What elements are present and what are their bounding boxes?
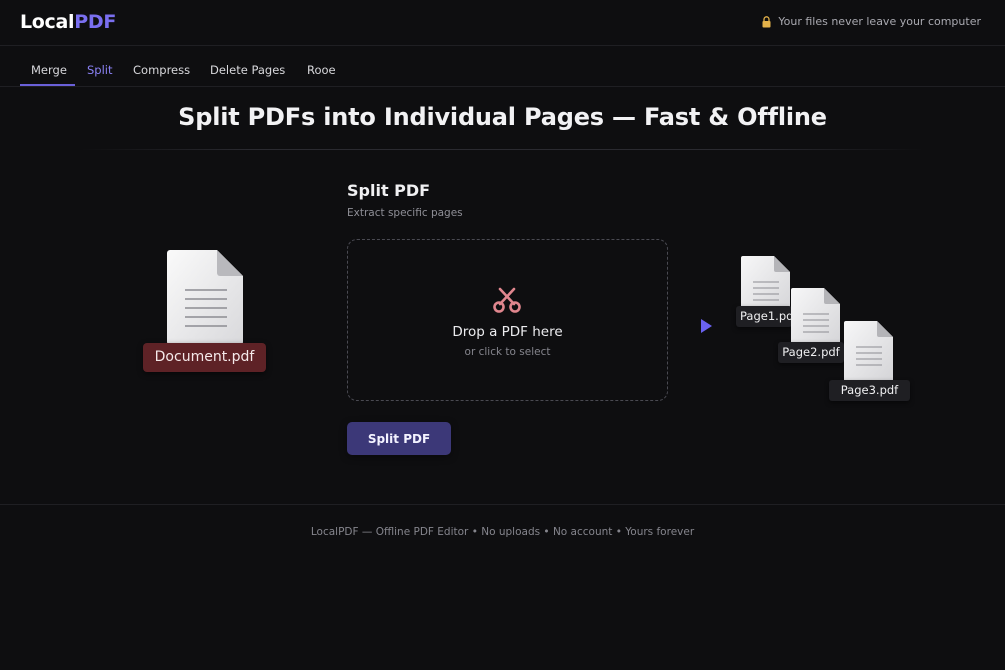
logo-accent-text: PDF: [74, 11, 117, 33]
footer-text: LocalPDF — Offline PDF Editor • No uploa…: [310, 526, 695, 538]
page-title: Split PDFs into Individual Pages — Fast …: [178, 103, 827, 131]
tab-split[interactable]: Split: [87, 63, 113, 77]
scissors-icon: [492, 284, 522, 314]
tab-rooe[interactable]: Rooe: [307, 63, 336, 77]
lock-icon: [761, 15, 772, 28]
output-file-label-1: Page1.pdf: [736, 306, 797, 327]
tab-merge[interactable]: Merge: [31, 63, 67, 77]
hero-divider: [80, 149, 925, 150]
split-pdf-button[interactable]: Split PDF: [347, 422, 451, 455]
tab-delete-pages[interactable]: Delete Pages: [210, 63, 285, 77]
privacy-notice: Your files never leave your computer: [761, 15, 981, 28]
app-logo[interactable]: LocalPDF: [20, 11, 116, 33]
source-file-label: Document.pdf: [143, 343, 266, 372]
dropzone-subtitle: or click to select: [464, 346, 551, 358]
panel-title: Split PDF: [347, 181, 431, 200]
source-document-icon: [165, 250, 245, 345]
dropzone-title: Drop a PDF here: [452, 324, 563, 340]
output-page-3-icon: [843, 321, 895, 383]
arrow-right-icon: [626, 316, 714, 336]
active-tab-indicator: [20, 84, 75, 86]
panel-subtitle: Extract specific pages: [347, 207, 463, 219]
footer-divider: [0, 504, 1005, 505]
tab-bar: Merge Split Compress Delete Pages Rooe: [0, 46, 1005, 87]
pdf-dropzone[interactable]: Drop a PDF here or click to select: [347, 239, 668, 401]
top-bar: LocalPDF Your files never leave your com…: [0, 0, 1005, 46]
output-file-label-2: Page2.pdf: [778, 342, 844, 363]
privacy-text: Your files never leave your computer: [778, 15, 981, 28]
logo-main-text: Local: [20, 11, 75, 33]
output-page-2-icon: [790, 288, 842, 350]
output-file-label-3: Page3.pdf: [829, 380, 910, 401]
tab-compress[interactable]: Compress: [133, 63, 190, 77]
